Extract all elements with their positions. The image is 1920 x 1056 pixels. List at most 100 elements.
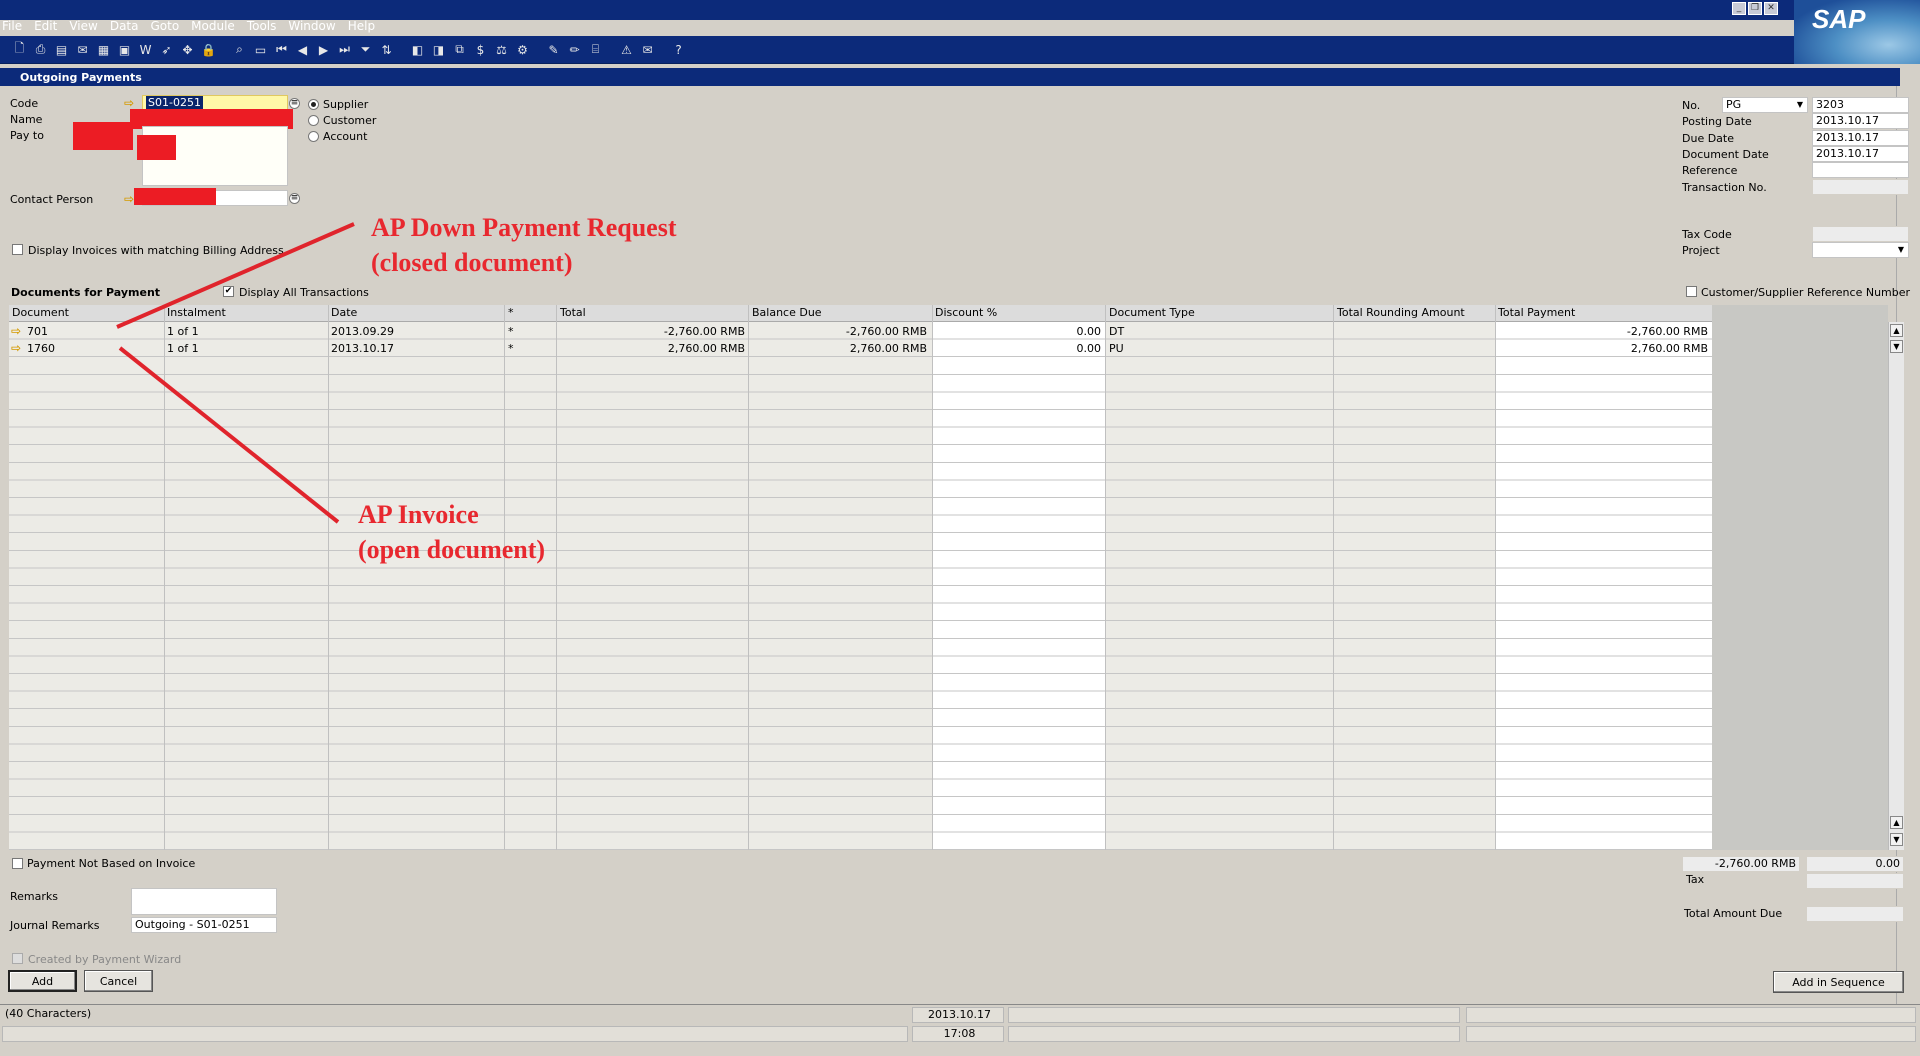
scroll-up-icon[interactable]: ▲ [1890, 816, 1903, 829]
payment-not-based-checkbox[interactable] [12, 858, 23, 869]
row2-discount[interactable]: 0.00 [935, 342, 1102, 355]
radio-account[interactable] [308, 131, 319, 142]
due-date-field[interactable]: 2013.10.17 [1812, 130, 1909, 146]
contact-link-arrow-icon[interactable]: ⇨ [124, 192, 134, 206]
posting-date-field[interactable]: 2013.10.17 [1812, 113, 1909, 129]
export-excel-icon[interactable]: ▣ [115, 40, 134, 59]
col-date[interactable]: Date [331, 306, 357, 319]
transaction-label: Transaction No. [1682, 181, 1767, 194]
remarks-field[interactable] [131, 888, 277, 915]
name-label: Name [10, 113, 43, 126]
previous-record-icon[interactable]: ◀ [293, 40, 312, 59]
sms-icon[interactable]: ▦ [94, 40, 113, 59]
code-link-arrow-icon[interactable]: ⇨ [124, 96, 134, 110]
document-date-field[interactable]: 2013.10.17 [1812, 146, 1909, 162]
add-button[interactable]: Add [8, 970, 77, 992]
new-document-icon[interactable]: 🗋 [10, 40, 29, 59]
annotation-text: AP Down Payment Request [371, 213, 677, 242]
gross-profit-icon[interactable]: ⚖ [492, 40, 511, 59]
close-icon[interactable]: ✕ [1764, 2, 1778, 15]
relationship-map-icon[interactable]: ⧉ [450, 40, 469, 59]
messages-icon[interactable]: ✉ [638, 40, 657, 59]
row2-total-payment[interactable]: 2,760.00 RMB [1498, 342, 1708, 355]
col-balance-due[interactable]: Balance Due [752, 306, 822, 319]
document-link-arrow-icon[interactable]: ⇨ [11, 324, 21, 338]
help-icon[interactable]: ? [669, 40, 688, 59]
contact-list-icon[interactable]: ≡ [289, 193, 300, 204]
menu-window[interactable]: Window [288, 19, 335, 33]
col-total-rounding[interactable]: Total Rounding Amount [1337, 306, 1465, 319]
number-field[interactable]: 3203 [1812, 97, 1909, 113]
first-record-icon[interactable]: ⏮ [272, 40, 291, 59]
col-total[interactable]: Total [560, 306, 586, 319]
add-in-sequence-button[interactable]: Add in Sequence [1773, 971, 1904, 993]
journal-remarks-field[interactable]: Outgoing - S01-0251 [131, 917, 277, 933]
menu-edit[interactable]: Edit [34, 19, 57, 33]
menu-file[interactable]: File [2, 19, 22, 33]
column-divider [556, 305, 557, 850]
row1-total-payment[interactable]: -2,760.00 RMB [1498, 325, 1708, 338]
lock-icon[interactable]: 🔒 [199, 40, 218, 59]
pencil-icon[interactable]: ✎ [544, 40, 563, 59]
journal-remarks-label: Journal Remarks [10, 919, 100, 932]
settings-wizard-icon[interactable]: ✏ [565, 40, 584, 59]
status-panel [1466, 1026, 1916, 1042]
add-icon[interactable]: ▭ [251, 40, 270, 59]
radio-supplier[interactable] [308, 99, 319, 110]
find-icon[interactable]: ⌕ [230, 40, 249, 59]
col-instalment[interactable]: Instalment [167, 306, 226, 319]
menu-tools[interactable]: Tools [247, 19, 277, 33]
grid-scrollbar[interactable]: ▲ ▼ ▲ ▼ [1888, 322, 1904, 850]
choose-from-list-icon[interactable]: ≡ [289, 98, 300, 109]
col-document-type[interactable]: Document Type [1109, 306, 1195, 319]
scroll-down-icon[interactable]: ▼ [1890, 833, 1903, 846]
redacted-pay-to-1 [73, 122, 133, 150]
scroll-down-icon[interactable]: ▼ [1890, 340, 1903, 353]
col-total-payment[interactable]: Total Payment [1498, 306, 1575, 319]
payment-means-icon[interactable]: $ [471, 40, 490, 59]
document-titlebar: Outgoing Payments [0, 68, 1900, 86]
display-all-checkbox[interactable]: ✔ [223, 286, 234, 297]
row1-document: 701 [27, 325, 48, 338]
cancel-button[interactable]: Cancel [84, 970, 153, 992]
launch-icon[interactable]: ➶ [157, 40, 176, 59]
next-record-icon[interactable]: ▶ [314, 40, 333, 59]
col-discount[interactable]: Discount % [935, 306, 997, 319]
move-icon[interactable]: ✥ [178, 40, 197, 59]
minimize-icon[interactable]: _ [1732, 2, 1746, 15]
display-invoices-checkbox[interactable] [12, 244, 23, 255]
form-settings-icon[interactable]: ⚙ [513, 40, 532, 59]
base-document-icon[interactable]: ◧ [408, 40, 427, 59]
menu-module[interactable]: Module [191, 19, 235, 33]
contact-person-label: Contact Person [10, 193, 94, 206]
filter-icon[interactable]: ⏷ [356, 40, 375, 59]
restore-icon[interactable]: ❐ [1748, 2, 1762, 15]
series-select[interactable]: PG ▼ [1722, 97, 1808, 113]
sort-icon[interactable]: ⇅ [377, 40, 396, 59]
target-document-icon[interactable]: ◨ [429, 40, 448, 59]
last-record-icon[interactable]: ⏭ [335, 40, 354, 59]
reference-field[interactable] [1812, 162, 1909, 178]
alert-icon[interactable]: ⚠ [617, 40, 636, 59]
menu-view[interactable]: View [69, 19, 97, 33]
print-preview-icon[interactable]: ▤ [52, 40, 71, 59]
document-link-arrow-icon[interactable]: ⇨ [11, 341, 21, 355]
total-payment-column-bg [1495, 322, 1712, 850]
menu-help[interactable]: Help [348, 19, 375, 33]
project-select[interactable]: ▼ [1812, 242, 1909, 258]
scroll-up-icon[interactable]: ▲ [1890, 324, 1903, 337]
email-icon[interactable]: ✉ [73, 40, 92, 59]
col-star[interactable]: * [508, 306, 514, 319]
cust-ref-checkbox[interactable] [1686, 286, 1697, 297]
menu-data[interactable]: Data [110, 19, 139, 33]
query-icon[interactable]: ⌸ [586, 40, 605, 59]
print-icon[interactable]: ⎙ [31, 40, 50, 59]
row1-discount[interactable]: 0.00 [935, 325, 1102, 338]
col-document[interactable]: Document [12, 306, 69, 319]
redacted-contact [134, 188, 216, 205]
menu-bar: File Edit View Data Goto Module Tools Wi… [0, 16, 1800, 36]
menu-goto[interactable]: Goto [150, 19, 179, 33]
row1-star: * [508, 325, 514, 338]
radio-customer[interactable] [308, 115, 319, 126]
export-word-icon[interactable]: W [136, 40, 155, 59]
